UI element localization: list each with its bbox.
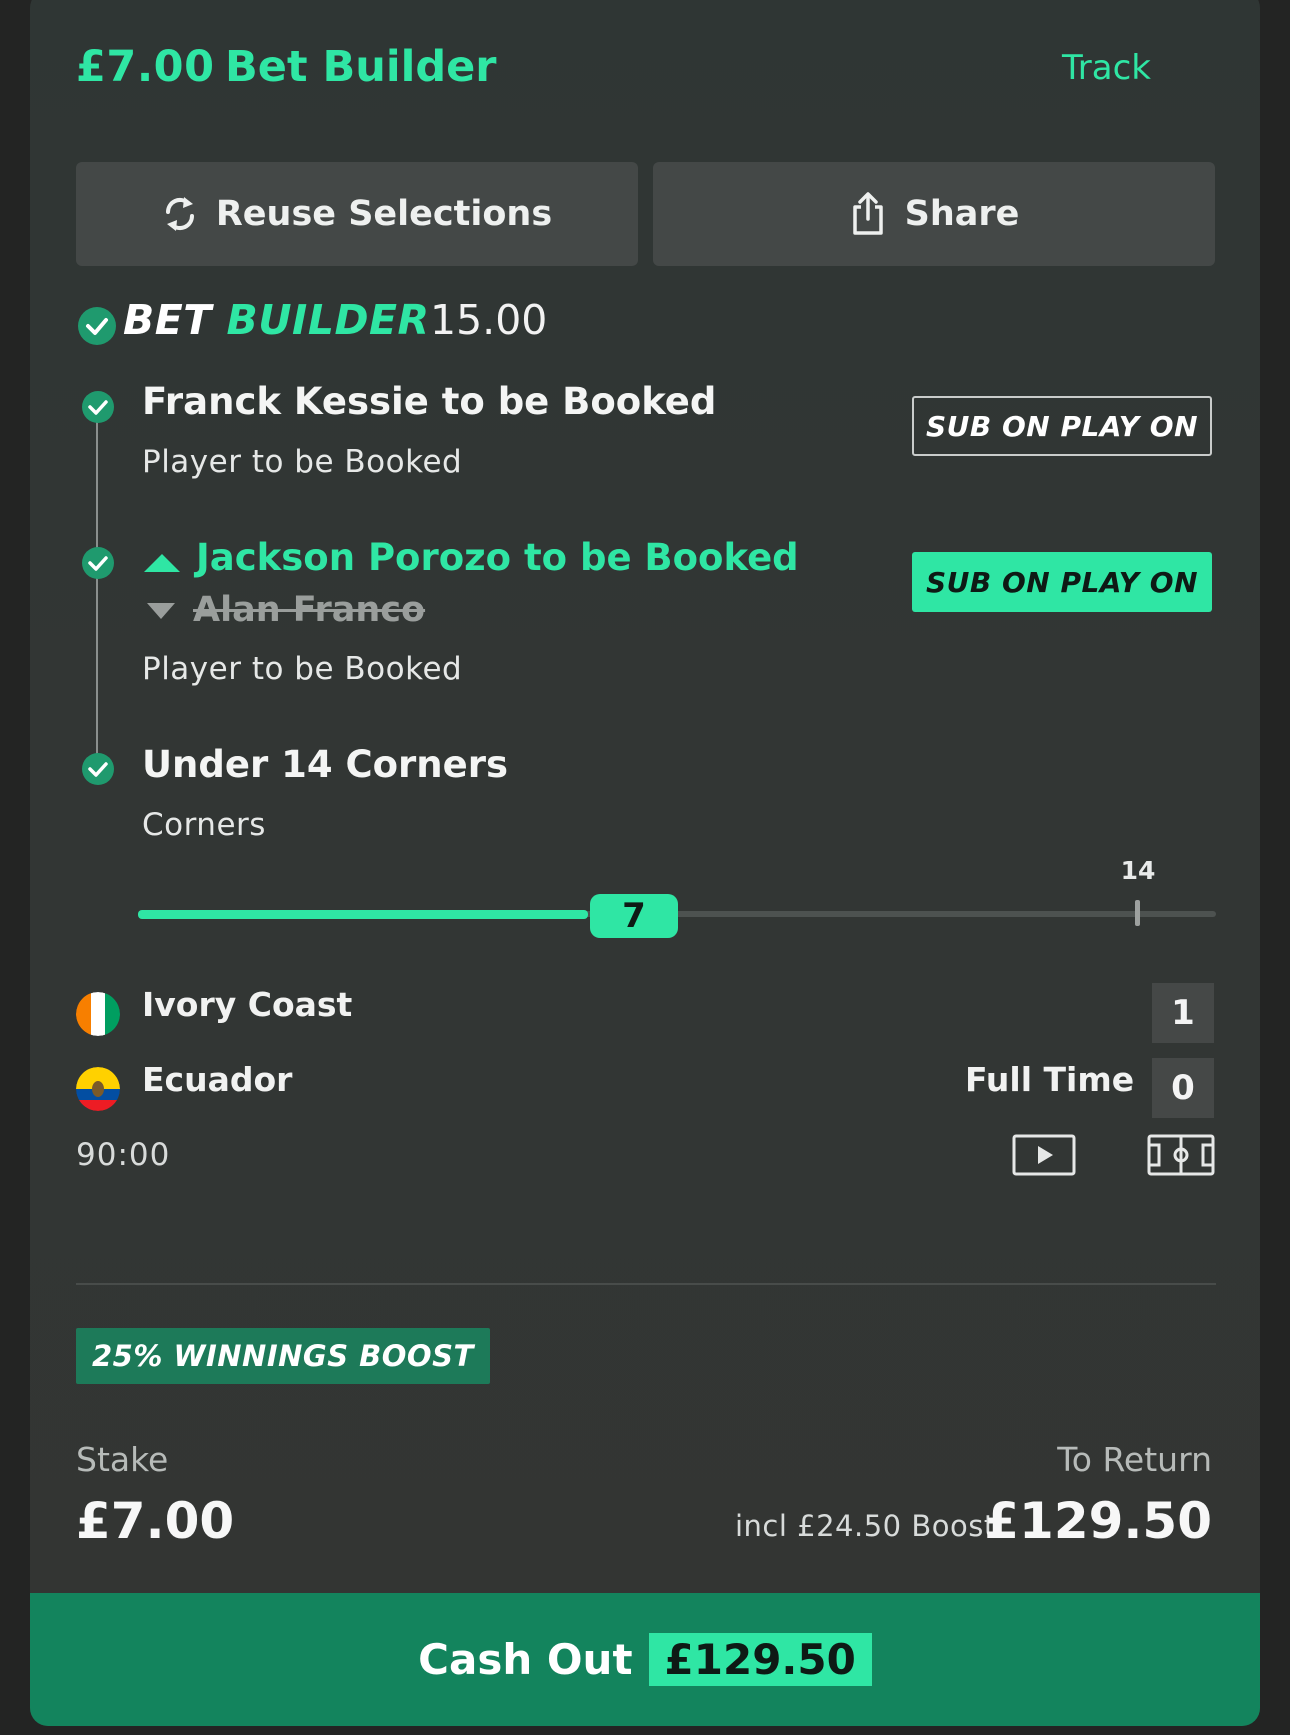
selection-market: Player to be Booked	[142, 651, 463, 687]
track-link[interactable]: Track	[1062, 48, 1151, 88]
bet-type-heading: Bet Builder	[225, 42, 497, 92]
video-play-icon[interactable]	[1012, 1134, 1076, 1176]
ecuador-flag-icon	[76, 1067, 120, 1111]
pitch-tracker-icon[interactable]	[1147, 1134, 1215, 1176]
check-circle-icon	[82, 547, 114, 579]
check-circle-icon	[78, 307, 116, 345]
cash-out-label: Cash Out	[418, 1635, 633, 1684]
match-clock: 90:00	[76, 1137, 171, 1173]
away-team-name: Ecuador	[142, 1060, 293, 1099]
selection-market: Player to be Booked	[142, 444, 463, 480]
corners-slider-fill	[138, 910, 588, 919]
corners-slider-handle[interactable]: 7	[590, 894, 678, 938]
check-circle-icon	[82, 391, 114, 423]
corners-slider-max-tick	[1135, 900, 1140, 926]
boost-included-note: incl £24.50 Boost	[735, 1509, 996, 1543]
replaced-player: Alan Franco	[193, 590, 426, 630]
selection-market: Corners	[142, 807, 266, 843]
reuse-selections-button[interactable]: Reuse Selections	[76, 162, 638, 266]
refresh-icon	[165, 197, 194, 231]
check-circle-icon	[82, 753, 114, 785]
sub-on-play-on-badge[interactable]: SUB ON PLAY ON	[912, 396, 1212, 456]
arrow-up-icon	[144, 554, 180, 572]
share-button[interactable]: Share	[653, 162, 1215, 266]
bet-builder-logo-part2: BUILDER	[226, 296, 430, 344]
selection-timeline	[96, 418, 98, 768]
bet-builder-logo: BET BUILDER	[123, 296, 430, 344]
stake-value: £7.00	[76, 1492, 235, 1550]
section-divider	[76, 1283, 1216, 1285]
cash-out-amount: £129.50	[648, 1633, 872, 1686]
reuse-selections-label: Reuse Selections	[215, 194, 553, 234]
stake-label: Stake	[76, 1440, 169, 1479]
bet-builder-logo-part1: BET	[123, 296, 212, 344]
selection-title-substitute: Jackson Porozo to be Booked	[196, 536, 799, 579]
arrow-down-icon	[147, 603, 175, 619]
corners-slider-max-label: 14	[1120, 856, 1156, 885]
share-icon	[852, 192, 883, 235]
away-team-score: 0	[1152, 1058, 1214, 1118]
selection-title: Under 14 Corners	[142, 743, 508, 786]
home-team-name: Ivory Coast	[142, 985, 353, 1024]
sub-on-play-on-badge-active[interactable]: SUB ON PLAY ON	[912, 552, 1212, 612]
cash-out-button[interactable]: Cash Out £129.50	[30, 1593, 1260, 1726]
home-team-score: 1	[1152, 983, 1214, 1043]
match-status: Full Time	[965, 1060, 1135, 1099]
to-return-label: To Return	[1057, 1440, 1212, 1479]
winnings-boost-badge: 25% WINNINGS BOOST	[76, 1328, 490, 1384]
share-label: Share	[904, 194, 1020, 234]
ivory-coast-flag-icon	[76, 992, 120, 1036]
selection-title: Franck Kessie to be Booked	[142, 380, 717, 423]
bet-stake-heading: £7.00	[76, 42, 215, 92]
bet-odds: 15.00	[430, 296, 548, 344]
bet-card: £7.00 Bet Builder Track Reuse Selections…	[30, 0, 1260, 1726]
to-return-value: £129.50	[984, 1492, 1212, 1550]
